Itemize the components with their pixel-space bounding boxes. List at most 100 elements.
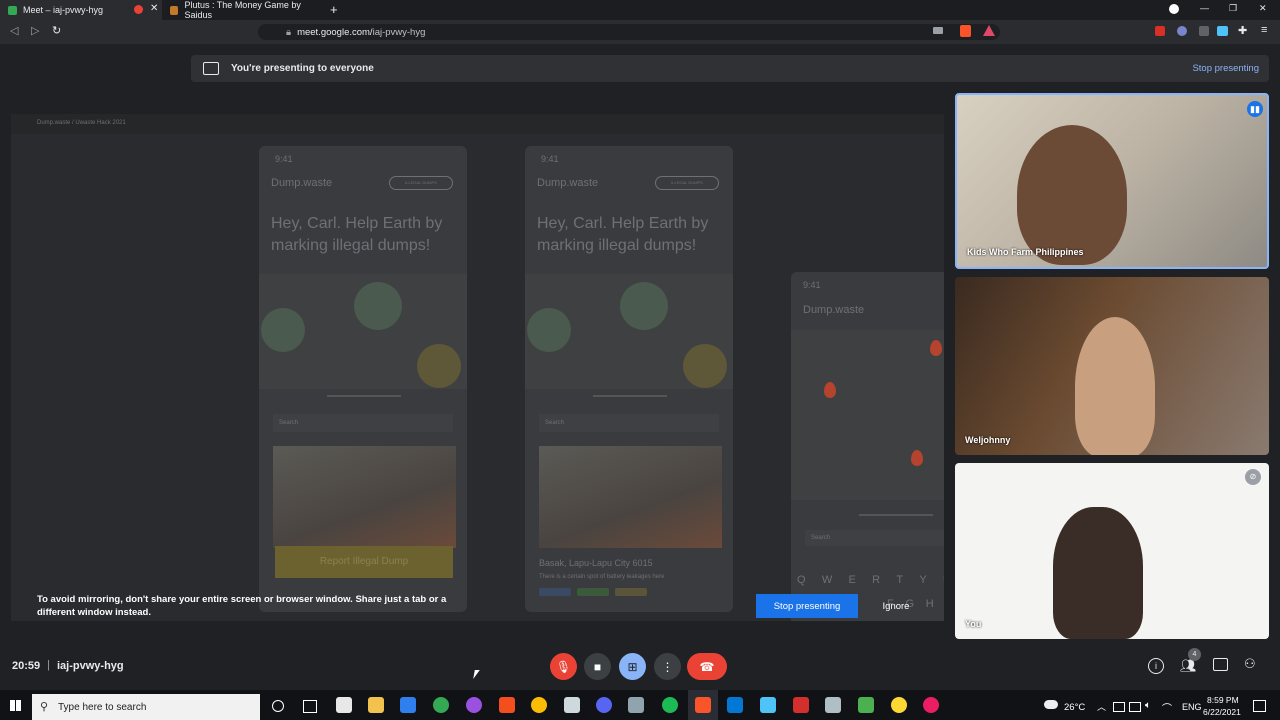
new-tab-button[interactable]: + <box>330 2 338 17</box>
map-pin-icon <box>930 340 942 356</box>
extensions-puzzle-icon[interactable]: ✚ <box>1238 24 1247 37</box>
participant-tile-2[interactable]: Weljohnny <box>955 277 1269 455</box>
participant-name: Kids Who Farm Philippines <box>967 247 1084 257</box>
restore-button[interactable]: ❐ <box>1229 3 1237 14</box>
tab-title: Meet – iaj-pvwy-hyg <box>23 5 104 15</box>
reload-icon[interactable]: ↻ <box>52 24 61 37</box>
app-icon[interactable] <box>858 697 874 713</box>
search-icon: ⚲ <box>40 701 49 713</box>
illegal-dumps-chip: ILLEGAL DUMPS <box>389 176 453 190</box>
stop-presenting-button[interactable]: Stop presenting <box>756 594 858 618</box>
taskbar-clock-time[interactable]: 8:59 PM <box>1207 695 1239 705</box>
drag-handle <box>327 395 401 397</box>
calendar-app-icon[interactable] <box>760 697 776 713</box>
more-vert-icon: ⋮ <box>661 659 674 674</box>
profile-icon[interactable] <box>1169 4 1179 14</box>
dump-photo <box>539 446 722 548</box>
speaking-indicator-icon: ▮▮ <box>1247 101 1263 117</box>
recording-dot-icon <box>134 5 143 14</box>
participant-tile-self[interactable]: ⊘ You <box>955 463 1269 639</box>
tray-overflow-icon[interactable]: ︿ <box>1097 700 1106 713</box>
mail-app-icon[interactable] <box>727 697 743 713</box>
grammarly-app-icon[interactable] <box>433 697 449 713</box>
extension-icon[interactable] <box>1155 26 1165 36</box>
participant-tile-1[interactable]: ▮▮ Kids Who Farm Philippines <box>955 93 1269 269</box>
tab-meet[interactable]: Meet – iaj-pvwy-hyg ✕ <box>0 0 162 20</box>
menu-icon[interactable]: ≡ <box>1261 24 1267 36</box>
map-pin-icon <box>824 382 836 398</box>
extension-icon[interactable] <box>1199 26 1209 36</box>
language-indicator[interactable]: ENG <box>1182 702 1202 712</box>
app-icon[interactable] <box>466 697 482 713</box>
acrobat-app-icon[interactable] <box>793 697 809 713</box>
notion-app-icon[interactable] <box>336 697 352 713</box>
figma-app-icon[interactable] <box>499 697 515 713</box>
presenting-banner: You're presenting to everyone Stop prese… <box>191 55 1269 82</box>
brave-rewards-icon[interactable] <box>983 25 995 36</box>
illegal-dumps-chip: ILLEGAL DUMPS <box>655 176 719 190</box>
task-view-icon[interactable] <box>303 700 317 713</box>
banner-stop-presenting-link[interactable]: Stop presenting <box>1192 63 1259 74</box>
discord-app-icon[interactable] <box>596 697 612 713</box>
leave-call-button[interactable]: ☎︎ <box>687 653 727 680</box>
phone-map <box>791 330 944 500</box>
phone-search-field: Search <box>539 414 719 432</box>
present-now-button[interactable]: ⊞ <box>619 653 646 680</box>
chrome-app-icon[interactable] <box>531 697 547 713</box>
cortana-icon[interactable] <box>272 700 284 712</box>
app-icon[interactable] <box>564 697 580 713</box>
tab-plutus[interactable]: Plutus : The Money Game by Saidus <box>162 0 322 20</box>
network-icon[interactable]: ⌒ <box>1162 700 1172 715</box>
back-icon[interactable]: ◁ <box>10 24 18 37</box>
chat-icon[interactable] <box>1213 658 1228 671</box>
app-icon[interactable] <box>628 697 644 713</box>
present-screen-icon <box>203 62 219 75</box>
mic-off-button[interactable]: 🎙︎ <box>550 653 577 680</box>
taskbar-search-box[interactable]: ⚲ Type here to search <box>32 694 260 720</box>
spotify-app-icon[interactable] <box>662 697 678 713</box>
vscode-app-icon[interactable] <box>400 697 416 713</box>
volume-icon[interactable]: 🔈︎ <box>1145 700 1151 711</box>
weather-temp[interactable]: 26°C <box>1064 702 1085 713</box>
battery-icon[interactable] <box>1129 702 1141 712</box>
key: Y <box>919 574 927 586</box>
url-path: iaj-pvwy-hyg <box>372 26 426 38</box>
brave-app-icon[interactable] <box>695 697 711 713</box>
activities-icon[interactable]: ⚇ <box>1244 656 1256 672</box>
camera-button[interactable]: ■ <box>584 653 611 680</box>
minimize-button[interactable]: — <box>1200 3 1209 13</box>
weather-icon[interactable] <box>1044 700 1058 709</box>
file-explorer-icon[interactable] <box>368 697 384 713</box>
tray-icon[interactable] <box>1113 702 1125 712</box>
notifications-icon[interactable] <box>1253 700 1266 712</box>
meeting-clock: 20:59 <box>12 660 41 672</box>
participant-video <box>1017 125 1127 265</box>
participant-count-badge: 4 <box>1188 648 1201 661</box>
taskbar-clock-date[interactable]: 6/22/2021 <box>1203 707 1241 717</box>
extension-icon[interactable] <box>1217 26 1228 36</box>
participant-video <box>1053 507 1143 639</box>
camera-in-use-icon[interactable] <box>933 27 943 34</box>
brave-shields-icon[interactable] <box>960 25 971 37</box>
tag-chip <box>615 588 647 596</box>
meeting-details-icon[interactable]: i <box>1148 658 1164 674</box>
phone-time: 9:41 <box>275 154 293 164</box>
address-bar[interactable]: 🔒︎ meet.google.com/iaj-pvwy-hyg <box>258 24 1000 40</box>
more-options-button[interactable]: ⋮ <box>654 653 681 680</box>
app-icon[interactable] <box>923 697 939 713</box>
map-marker-icon <box>527 308 571 352</box>
phone-mockup-2: 9:41 Dump.waste ILLEGAL DUMPS Hey, Carl.… <box>525 146 733 612</box>
drag-handle <box>593 395 667 397</box>
app-icon[interactable] <box>891 697 907 713</box>
close-window-button[interactable]: ✕ <box>1259 3 1267 14</box>
phone-headline: Hey, Carl. Help Earth by marking illegal… <box>537 215 709 254</box>
app-icon[interactable] <box>825 697 841 713</box>
close-tab-icon[interactable]: ✕ <box>150 3 158 14</box>
key: T <box>896 574 904 586</box>
windows-start-icon[interactable] <box>10 700 21 711</box>
ignore-button[interactable]: Ignore <box>870 594 922 618</box>
dump-photo <box>273 446 456 548</box>
forward-icon[interactable]: ▷ <box>31 24 39 37</box>
phone-search-field: Search <box>805 530 944 546</box>
extension-icon[interactable] <box>1177 26 1187 36</box>
